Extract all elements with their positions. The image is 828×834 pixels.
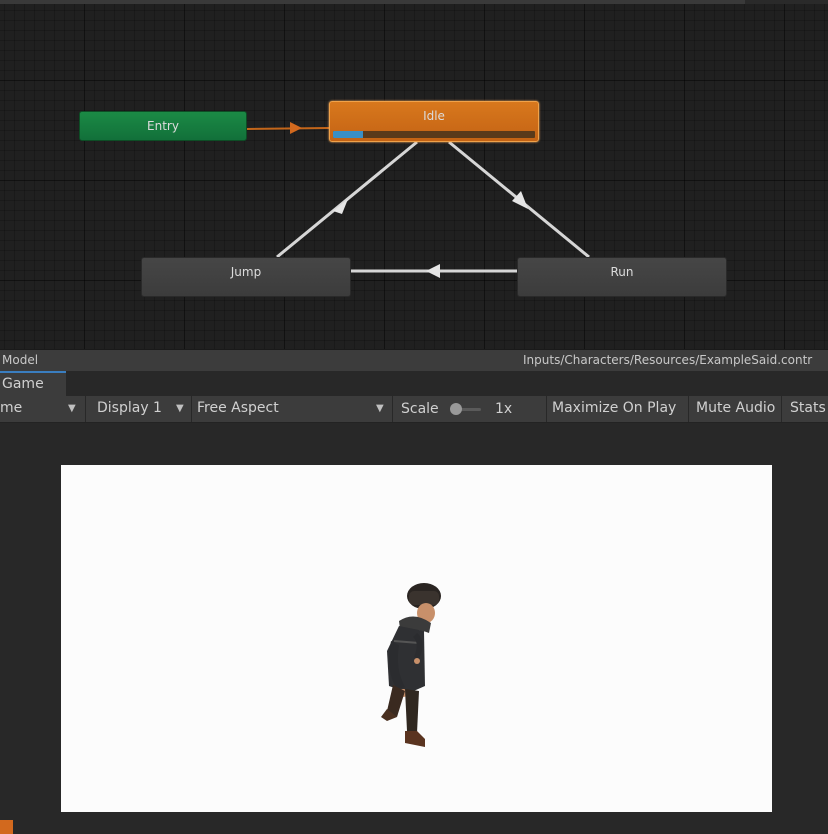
state-entry[interactable]: Entry (79, 111, 247, 141)
animator-footer: Model Inputs/Characters/Resources/Exampl… (0, 349, 828, 372)
game-toolbar: me ▼ Display 1 ▼ Free Aspect ▼ Scale 1x … (0, 396, 828, 423)
transition-jump-idle[interactable] (276, 140, 418, 259)
aspect-dropdown-label: Free Aspect (197, 400, 279, 416)
game-viewport[interactable] (61, 465, 772, 812)
scale-value: 1x (495, 401, 513, 417)
tab-game-label: Game (2, 376, 44, 392)
tab-game[interactable]: Game (0, 371, 66, 396)
character-model (381, 583, 441, 747)
state-idle-label: Idle (423, 109, 445, 123)
state-run[interactable]: Run (517, 257, 727, 297)
caret-down-icon: ▼ (176, 403, 184, 414)
maximize-on-play-label: Maximize On Play (552, 400, 677, 416)
state-jump-label: Jump (230, 265, 262, 279)
state-run-label: Run (610, 265, 634, 279)
scale-slider-knob[interactable] (450, 403, 462, 415)
aspect-dropdown[interactable]: Free Aspect ▼ (192, 396, 393, 422)
mute-audio-button[interactable]: Mute Audio (689, 396, 782, 422)
game-view-dropdown[interactable]: me ▼ (0, 396, 86, 422)
caret-down-icon: ▼ (68, 403, 76, 414)
state-entry-label: Entry (147, 119, 179, 133)
game-view (0, 423, 828, 834)
stats-label: Stats (790, 400, 826, 416)
transition-entry-idle[interactable] (246, 127, 330, 130)
scale-label: Scale (401, 401, 439, 417)
transition-idle-run-arrow-icon (512, 191, 528, 209)
scale-control: Scale 1x (393, 396, 547, 422)
caret-down-icon: ▼ (376, 403, 384, 414)
idle-progress-bar (333, 131, 535, 138)
controller-path: Inputs/Characters/Resources/ExampleSaid.… (523, 353, 813, 367)
maximize-on-play-button[interactable]: Maximize On Play (547, 396, 689, 422)
state-jump[interactable]: Jump (141, 257, 351, 297)
transition-run-jump-arrow-icon (426, 264, 440, 278)
mute-audio-label: Mute Audio (696, 400, 776, 416)
display-dropdown[interactable]: Display 1 ▼ (86, 396, 192, 422)
animator-graph[interactable]: Entry Idle Jump Run (0, 0, 828, 349)
corner-accent (0, 820, 13, 834)
game-view-dropdown-label: me (0, 400, 23, 416)
transition-entry-idle-arrow-icon (290, 122, 302, 134)
state-idle[interactable]: Idle (329, 101, 539, 142)
tab-bar: Game (0, 371, 828, 397)
display-dropdown-label: Display 1 (97, 400, 162, 416)
footer-model-label: Model (2, 353, 39, 367)
stats-button[interactable]: Stats (782, 396, 828, 422)
transition-jump-idle-arrow-icon (333, 199, 348, 214)
idle-progress-fill (333, 131, 364, 138)
